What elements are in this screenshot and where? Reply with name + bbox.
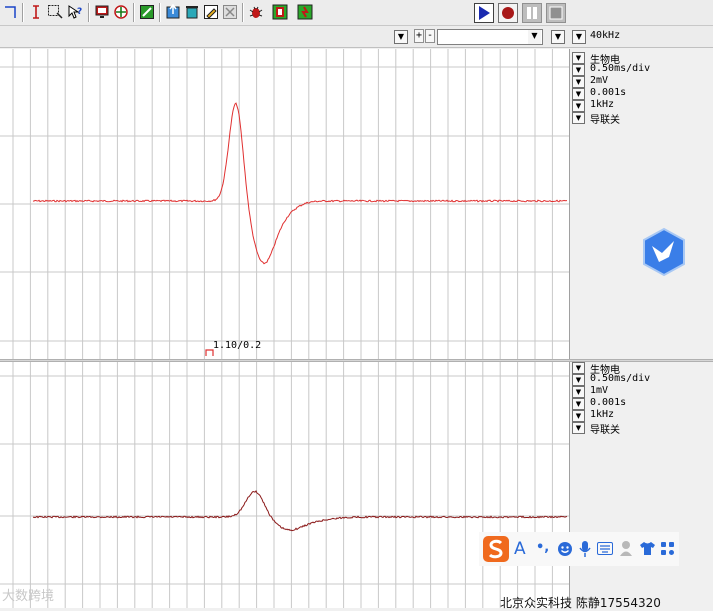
- channel1-settings-panel: ▼ 生物电 ▼ 0.50ms/div ▼ 2mV ▼ 0.001s ▼ 1kHz ▼ 导联关: [569, 49, 713, 359]
- chevron-down-icon[interactable]: ▼: [572, 100, 585, 112]
- microphone-icon[interactable]: [578, 540, 592, 558]
- chevron-down-icon[interactable]: ▼: [572, 30, 586, 44]
- ime-toolbar: A •,: [479, 532, 679, 566]
- chevron-down-icon[interactable]: ▼: [551, 30, 565, 44]
- chevron-down-icon[interactable]: ▼: [528, 30, 541, 44]
- text-cursor-icon[interactable]: [28, 4, 44, 20]
- toolbar-separator: [242, 3, 244, 22]
- clear-icon[interactable]: [222, 4, 238, 20]
- sogou-logo-icon[interactable]: [482, 535, 510, 563]
- chevron-down-icon[interactable]: ▼: [572, 52, 585, 64]
- edit-icon[interactable]: [139, 4, 155, 20]
- add-channel-icon[interactable]: [113, 4, 129, 20]
- toolbar-separator: [22, 3, 24, 22]
- cursor-icon[interactable]: [2, 4, 18, 20]
- channel2-canvas: [0, 362, 569, 608]
- chevron-down-icon[interactable]: ▼: [394, 30, 408, 44]
- toolbar-separator: [133, 3, 135, 22]
- skin-icon[interactable]: [639, 541, 656, 556]
- control-bar: ▼ + - ▼ ▼ ▼ 40kHz: [0, 26, 713, 48]
- svg-text:?: ?: [77, 7, 82, 17]
- play-icon[interactable]: [474, 3, 494, 23]
- channel2-settings-panel: ▼ 生物电 ▼ 0.50ms/div ▼ 1mV ▼ 0.001s ▼ 1kHz ▼ 导联关: [569, 362, 713, 608]
- channel1-plot[interactable]: 1.10/0.2: [0, 49, 569, 359]
- chevron-down-icon[interactable]: ▼: [572, 410, 585, 422]
- select-region-icon[interactable]: [47, 4, 63, 20]
- toolbar-separator: [159, 3, 161, 22]
- main-toolbar: ?: [0, 0, 713, 26]
- plus-button[interactable]: +: [414, 29, 424, 43]
- keyboard-icon[interactable]: [597, 542, 613, 555]
- user-icon[interactable]: [619, 540, 635, 557]
- export-icon[interactable]: [165, 3, 181, 20]
- channel2-trace: [32, 490, 568, 532]
- chevron-down-icon[interactable]: ▼: [572, 374, 585, 386]
- bug-icon[interactable]: [248, 4, 264, 20]
- monitor-icon[interactable]: [94, 4, 110, 20]
- chevron-down-icon[interactable]: ▼: [572, 422, 585, 434]
- sampling-rate: 40kHz: [590, 30, 621, 41]
- ime-punctuation-indicator[interactable]: •,: [536, 540, 549, 555]
- stimulator-icon[interactable]: [272, 4, 288, 20]
- footer-text: 北京众实科技 陈静17554320: [500, 596, 661, 610]
- event-marker-label: 1.10/0.2: [213, 340, 262, 351]
- channel1-canvas: [0, 49, 569, 359]
- run-icon[interactable]: [297, 4, 313, 20]
- emoji-icon[interactable]: [557, 541, 573, 557]
- chevron-down-icon[interactable]: ▼: [572, 362, 585, 374]
- channel2-plot[interactable]: [0, 362, 569, 608]
- chevron-down-icon[interactable]: ▼: [572, 76, 585, 88]
- grid-lines: [0, 49, 569, 359]
- minus-button[interactable]: -: [425, 29, 435, 43]
- record-icon[interactable]: [498, 3, 518, 23]
- toolbar-separator: [88, 3, 90, 22]
- grid-lines: [0, 362, 569, 608]
- watermark-text: 大数跨境: [2, 589, 55, 604]
- chevron-down-icon[interactable]: ▼: [572, 386, 585, 398]
- channel1-trace: [32, 102, 568, 265]
- chevron-down-icon[interactable]: ▼: [572, 398, 585, 410]
- pencil-icon[interactable]: [203, 4, 219, 20]
- ime-language-indicator[interactable]: A: [514, 539, 526, 559]
- delete-icon[interactable]: [184, 4, 200, 20]
- pause-icon[interactable]: [522, 3, 542, 23]
- chevron-down-icon[interactable]: ▼: [572, 112, 585, 124]
- chevron-down-icon[interactable]: ▼: [572, 88, 585, 100]
- stop-icon[interactable]: [546, 3, 566, 23]
- toolbox-grid-icon[interactable]: [660, 541, 675, 556]
- app-logo-icon[interactable]: [641, 227, 687, 277]
- chevron-down-icon[interactable]: ▼: [572, 64, 585, 76]
- mode-select[interactable]: ▼: [437, 29, 543, 45]
- help-icon[interactable]: ?: [67, 4, 83, 20]
